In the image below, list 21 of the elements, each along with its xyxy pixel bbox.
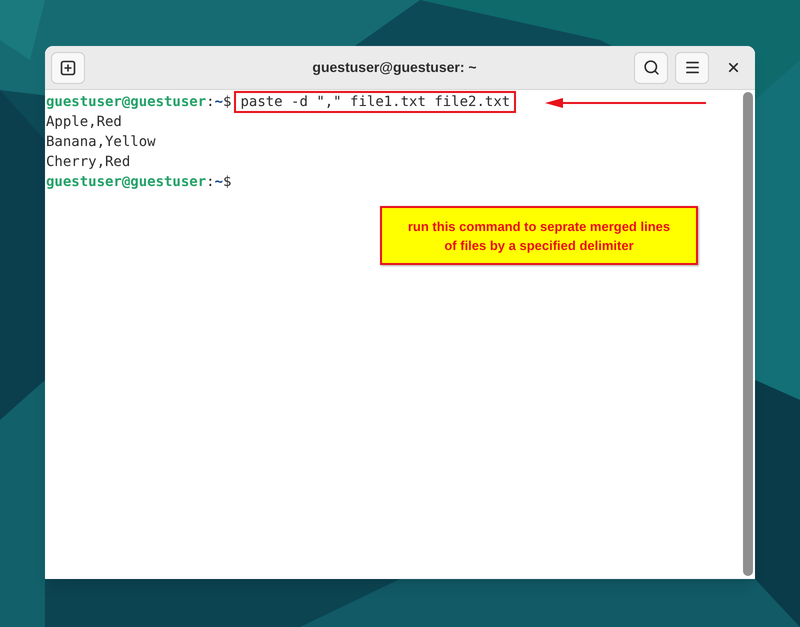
annotation-note: run this command to seprate merged lines of files by a specified delimiter	[380, 206, 698, 265]
output-line: Apple,Red	[46, 113, 122, 132]
prompt-user: guestuser@guestuser	[46, 92, 206, 112]
prompt-user: guestuser@guestuser	[46, 172, 206, 192]
plus-square-icon	[60, 60, 76, 76]
search-button[interactable]	[634, 52, 668, 84]
new-tab-button[interactable]	[51, 52, 85, 84]
scrollbar[interactable]	[743, 92, 753, 576]
window-title: guestuser@guestuser: ~	[312, 58, 477, 77]
prompt-path: ~	[214, 92, 224, 112]
prompt-separator: :	[206, 92, 215, 112]
prompt-symbol: $	[223, 172, 232, 192]
menu-button[interactable]	[675, 52, 709, 84]
command-text: paste -d "," file1.txt file2.txt	[240, 93, 510, 111]
prompt-symbol: $	[223, 92, 232, 112]
menu-icon	[684, 59, 700, 76]
output-line: Cherry,Red	[46, 153, 130, 172]
prompt-separator: :	[206, 172, 215, 192]
output-line: Banana,Yellow	[46, 133, 156, 152]
prompt-path: ~	[214, 172, 224, 192]
search-icon	[642, 59, 660, 76]
